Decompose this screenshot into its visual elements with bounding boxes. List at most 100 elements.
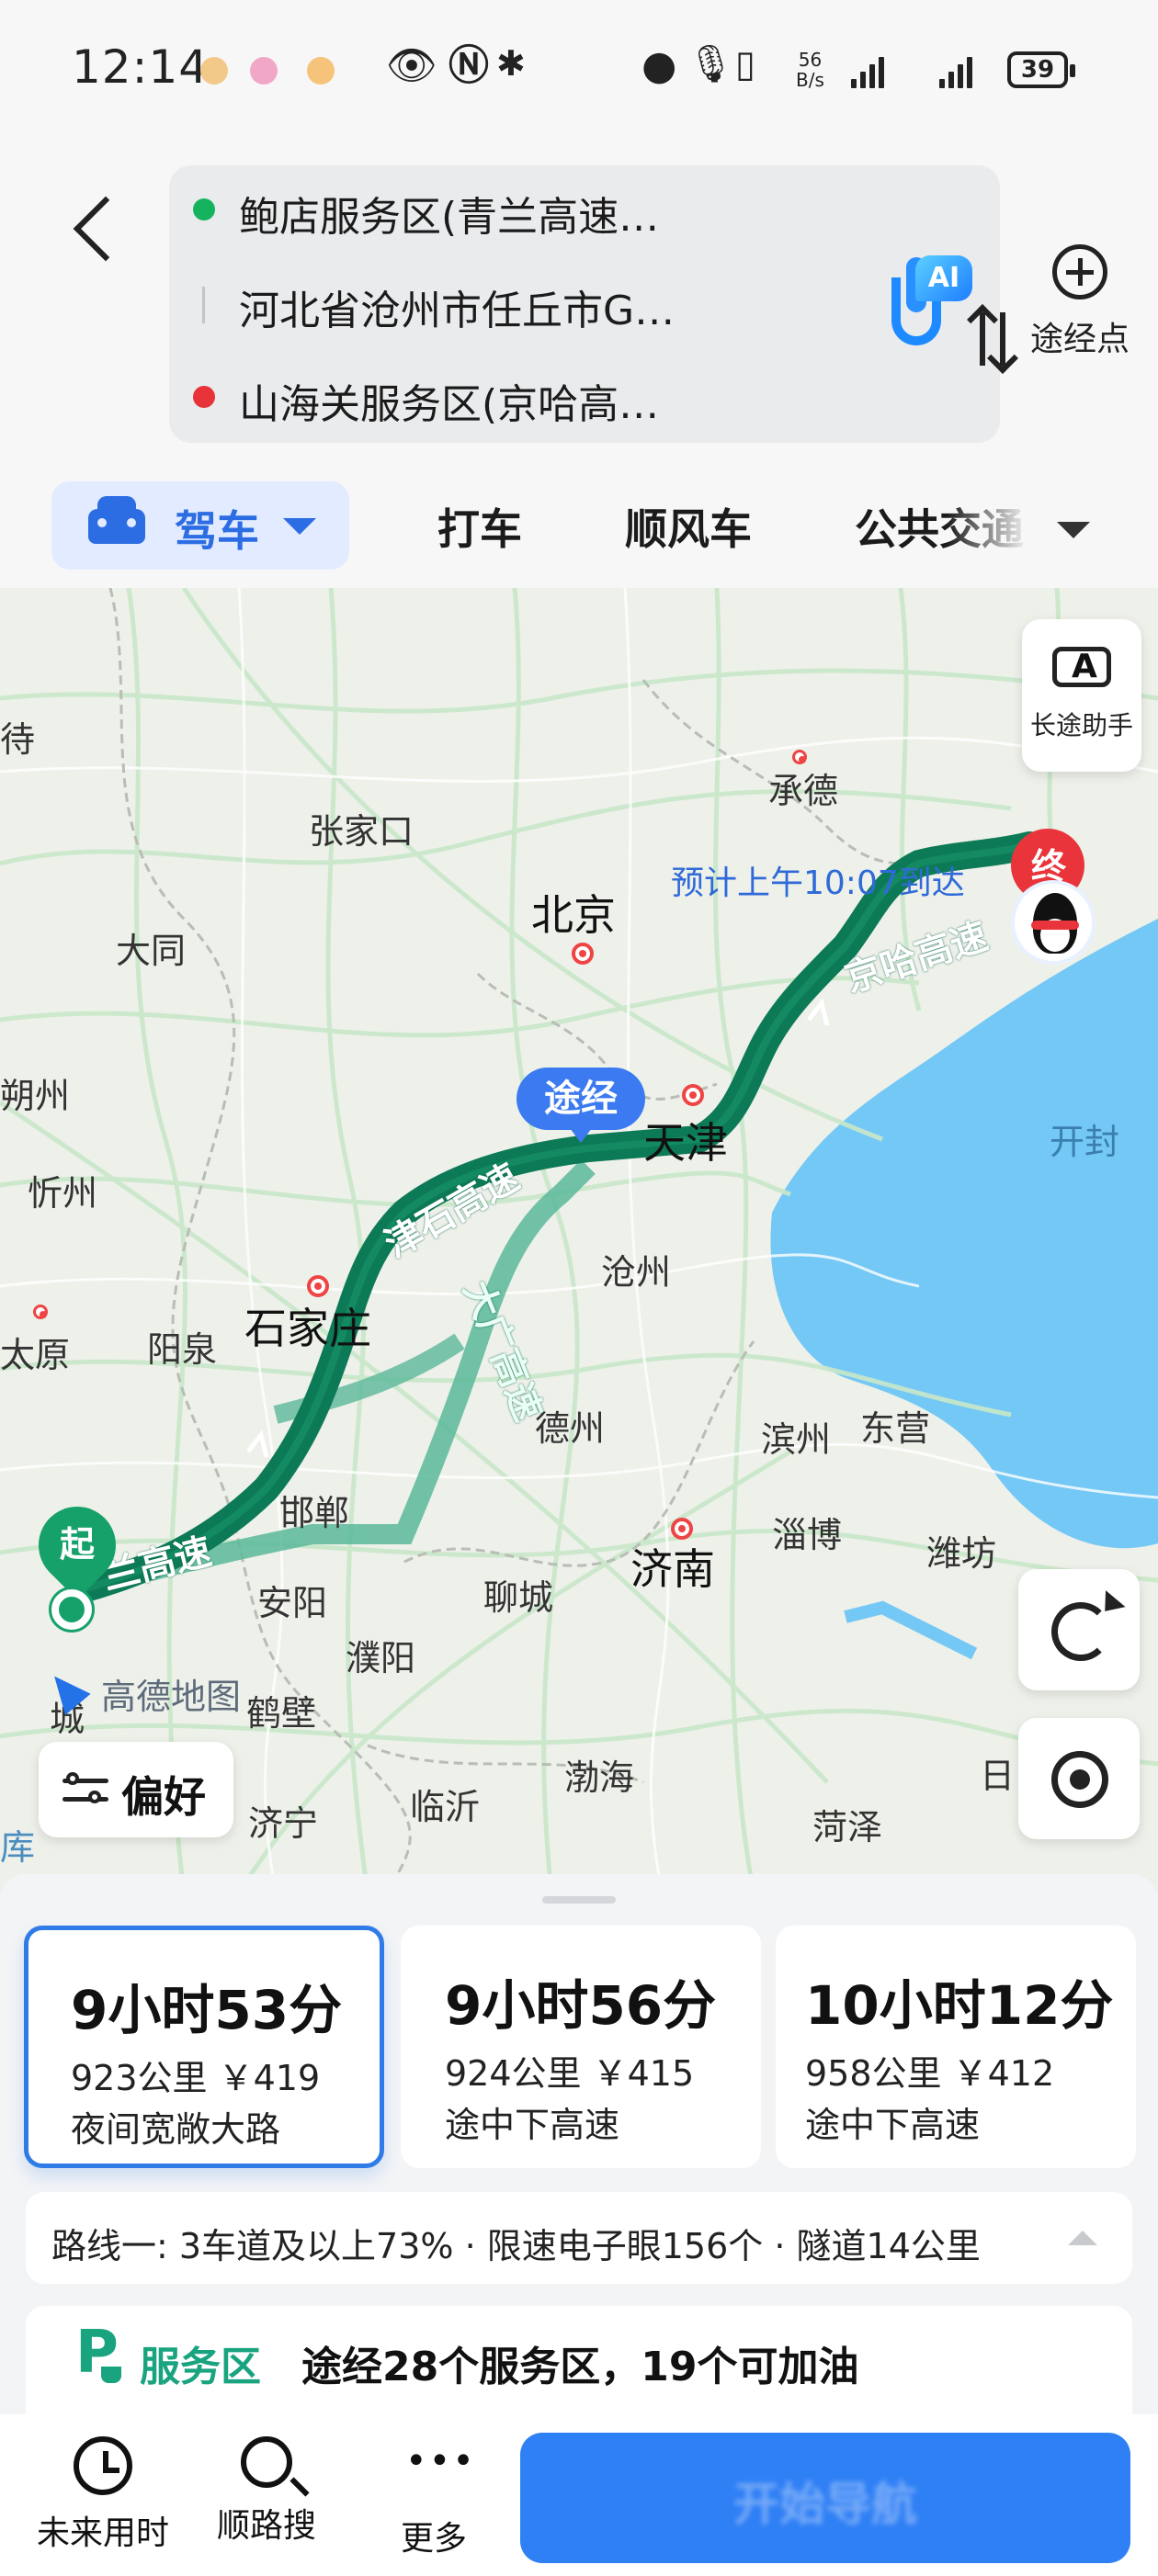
car-ai-icon [1052, 647, 1111, 687]
bluetooth-icon: ✱ [496, 43, 526, 84]
city-label: 石家庄 [244, 1304, 371, 1353]
start-navigation-button[interactable]: 开始导航 [520, 2433, 1130, 2563]
city-label: 渤海 [564, 1757, 635, 1798]
city-dot-icon [671, 1518, 693, 1540]
status-time: 12:14 [72, 40, 210, 94]
sliders-icon [62, 1771, 108, 1808]
city-label: 济宁 [248, 1803, 319, 1844]
amap-logo-text: 高德地图 [101, 1677, 242, 1717]
city-label: 东营 [860, 1408, 931, 1449]
route-map[interactable]: 待 承德 张家口 北京 大同 朔州 忻州 天津 开封 沧州 石家庄 阳泉 太原 … [0, 588, 1158, 1892]
capital-dot-icon [572, 943, 594, 965]
city-dot-icon [682, 1084, 704, 1106]
network-speed: 56 B/s [796, 49, 824, 91]
city-label: 聊城 [483, 1577, 554, 1618]
add-waypoint-button[interactable]: 途经点 [1020, 244, 1140, 373]
route-option-1[interactable]: 9小时53分 923公里 ￥419 夜间宽敞大路 [24, 1926, 384, 2168]
city-label: 菏泽 [812, 1807, 883, 1847]
route-duration: 10小时12分 [805, 1974, 1114, 2037]
eye-icon: 👁 [386, 42, 437, 89]
route-distance-toll: 923公里 ￥419 [71, 2058, 321, 2098]
qq-penguin-avatar-icon[interactable] [1011, 880, 1096, 965]
route-summary-text: 路线一: 3车道及以上73% · 限速电子眼156个 · 隧道14公里 [51, 2226, 981, 2266]
city-label: 安阳 [257, 1583, 328, 1623]
drag-handle[interactable] [542, 1896, 616, 1904]
long-trip-assistant-label: 长途助手 [1029, 710, 1133, 740]
city-label: 济南 [630, 1544, 715, 1594]
city-label: 临沂 [410, 1787, 481, 1827]
preference-button[interactable]: 偏好 [39, 1742, 233, 1837]
route-distance-toll: 924公里 ￥415 [445, 2053, 695, 2094]
tab-drive[interactable]: 驾车 [51, 481, 349, 570]
city-label: 张家口 [309, 811, 414, 852]
route-summary[interactable]: 路线一: 3车道及以上73% · 限速电子眼156个 · 隧道14公里 [26, 2192, 1132, 2284]
waypoint-text: 河北省沧州市任丘市G… [239, 288, 676, 334]
city-label: 鹤壁 [246, 1693, 317, 1734]
city-label: 承德 [768, 771, 839, 811]
add-waypoint-label: 途经点 [1029, 321, 1130, 358]
more-label: 更多 [400, 2520, 467, 2558]
route-duration: 9小时53分 [71, 1979, 343, 2041]
app-notification-icon [200, 57, 228, 85]
locate-me-button[interactable] [1018, 1718, 1140, 1839]
waypoint-pin[interactable]: 途经 [517, 1068, 645, 1143]
city-dot-icon [792, 750, 807, 764]
service-area-label: 服务区 [140, 2344, 261, 2390]
city-label: 天津 [643, 1118, 728, 1168]
city-label: 日 [980, 1756, 1016, 1796]
service-area-text: 途经28个服务区，19个可加油 [301, 2344, 859, 2390]
future-time-button[interactable]: 未来用时 [29, 2436, 176, 2554]
signal-icon [939, 53, 972, 88]
city-label: 太原 [0, 1335, 71, 1375]
more-dots-icon [402, 2436, 476, 2501]
eta-label: 预计上午10:07到达 [671, 864, 965, 902]
start-marker-label: 起 [59, 1524, 95, 1565]
nfc-icon: Ⓝ [448, 42, 489, 89]
origin-field[interactable]: 鲍店服务区(青兰高速… [169, 165, 812, 254]
more-modes-icon[interactable] [1057, 522, 1090, 538]
clock-icon [74, 2436, 132, 2495]
tab-drive-label: 驾车 [175, 506, 259, 556]
long-trip-assistant-button[interactable]: 长途助手 [1022, 619, 1141, 772]
city-label: 濮阳 [346, 1638, 416, 1678]
preference-label: 偏好 [121, 1772, 206, 1822]
start-navigation-label: 开始导航 [733, 2478, 917, 2531]
city-label: 待 [0, 719, 36, 760]
swap-up-arrow-icon [980, 312, 985, 366]
refresh-route-button[interactable] [1018, 1569, 1140, 1690]
sea-label: 开封 [1050, 1122, 1120, 1162]
status-bar: 12:14 👁 Ⓝ ✱ ● 🎙 ▯ 56 B/s 39 [0, 0, 1158, 138]
route-header: 鲍店服务区(青兰高速… 河北省沧州市任丘市G… 山海关服务区(京哈高… AI 途… [0, 138, 1158, 588]
parking-icon [75, 2319, 121, 2387]
origin-dot-icon [193, 198, 215, 220]
ai-voice-button[interactable]: AI [884, 250, 976, 351]
mic-icon: 🎙 [687, 43, 734, 85]
route-tag: 夜间宽敞大路 [71, 2109, 281, 2150]
route-inputs: 鲍店服务区(青兰高速… 河北省沧州市任丘市G… 山海关服务区(京哈高… [169, 165, 1005, 443]
more-button[interactable]: 更多 [360, 2436, 507, 2559]
future-time-label: 未来用时 [36, 2514, 169, 2552]
destination-dot-icon [193, 386, 215, 408]
swap-down-arrow-icon [1000, 312, 1005, 366]
city-label: 淄博 [772, 1515, 843, 1555]
signal-icon [851, 53, 884, 88]
destination-field[interactable]: 山海关服务区(京哈高… [169, 353, 812, 441]
destination-text: 山海关服务区(京哈高… [239, 381, 660, 428]
route-option-3[interactable]: 10小时12分 958公里 ￥412 途中下高速 [776, 1926, 1136, 2168]
city-label: 大同 [116, 931, 187, 971]
search-icon [241, 2436, 292, 2488]
along-search-button[interactable]: 顺路搜 [193, 2436, 340, 2547]
vibrate-icon: ▯ [735, 43, 756, 85]
tab-taxi[interactable]: 打车 [437, 496, 522, 557]
service-area-card[interactable]: 服务区 途经28个服务区，19个可加油 [26, 2306, 1132, 2416]
city-label: 阳泉 [147, 1329, 218, 1370]
tab-carpool[interactable]: 顺风车 [625, 496, 752, 557]
caret-up-icon [1068, 2231, 1097, 2245]
city-dot-icon [307, 1275, 329, 1297]
back-button[interactable] [61, 182, 125, 274]
route-option-2[interactable]: 9小时56分 924公里 ￥415 途中下高速 [401, 1926, 761, 2168]
app-notification-icon [250, 57, 278, 85]
route-distance-toll: 958公里 ￥412 [805, 2053, 1055, 2094]
city-label: 邯郸 [279, 1493, 350, 1533]
waypoint-field[interactable]: 河北省沧州市任丘市G… [169, 259, 812, 347]
